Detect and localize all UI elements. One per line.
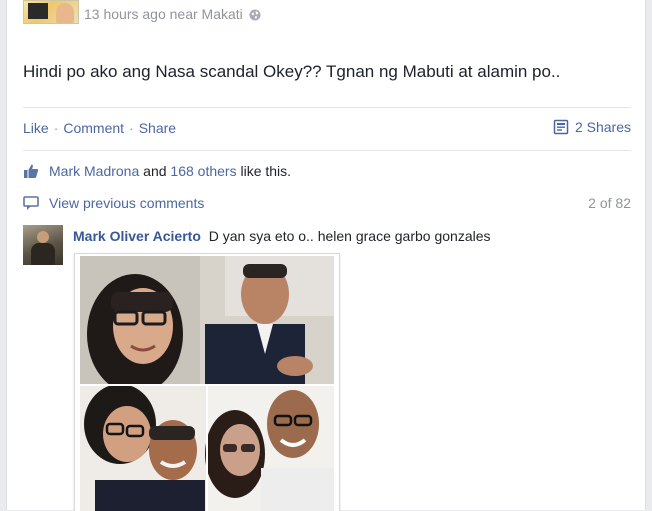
action-bar: Like · Comment · Share xyxy=(23,120,176,136)
likes-and: and xyxy=(143,163,167,179)
separator: · xyxy=(129,120,134,136)
comment-link[interactable]: Comment xyxy=(63,120,124,136)
comment-bubble-icon xyxy=(23,196,39,210)
post-body: Hindi po ako ang Nasa scandal Okey?? Tgn… xyxy=(23,62,561,81)
share-link[interactable]: Share xyxy=(139,120,176,136)
view-previous-row: View previous comments 2 of 82 xyxy=(23,195,631,211)
post-card: 13 hours ago near Makati Hindi po ako an… xyxy=(6,0,646,511)
thumbs-up-icon xyxy=(24,164,39,178)
comment-text: D yan sya eto o.. helen grace garbo gonz… xyxy=(208,228,491,244)
comment-item: Mark Oliver Acierto D yan sya eto o.. he… xyxy=(73,228,491,244)
likes-others-link[interactable]: 168 others xyxy=(170,163,236,179)
separator: · xyxy=(53,120,59,136)
comment-page-count: 2 of 82 xyxy=(588,195,631,211)
page-avatar[interactable] xyxy=(23,0,79,24)
divider xyxy=(23,150,631,151)
view-previous-comments-link[interactable]: View previous comments xyxy=(49,195,204,211)
shares-count[interactable]: 2 Shares xyxy=(553,119,631,135)
comment-photo[interactable] xyxy=(74,253,340,511)
commenter-avatar[interactable] xyxy=(23,225,63,265)
likes-summary: Mark Madrona and 168 others like this. xyxy=(23,163,291,179)
avatar-figure xyxy=(56,3,74,23)
comment-author-link[interactable]: Mark Oliver Acierto xyxy=(73,228,201,244)
collage-image xyxy=(80,256,334,511)
likes-suffix: like this. xyxy=(240,163,292,179)
post-timestamp[interactable]: 13 hours ago near Makati xyxy=(84,6,243,22)
globe-icon[interactable] xyxy=(249,8,261,21)
post-meta: 13 hours ago near Makati xyxy=(84,6,261,22)
share-doc-icon xyxy=(553,119,569,135)
divider xyxy=(23,107,631,108)
avatar-head xyxy=(37,231,49,243)
liker-name[interactable]: Mark Madrona xyxy=(49,163,139,179)
like-link[interactable]: Like xyxy=(23,120,49,136)
avatar-badge xyxy=(28,3,48,19)
shares-label: 2 Shares xyxy=(574,119,631,135)
avatar-body xyxy=(31,243,55,265)
likes-text: Mark Madrona and 168 others like this. xyxy=(49,163,291,179)
